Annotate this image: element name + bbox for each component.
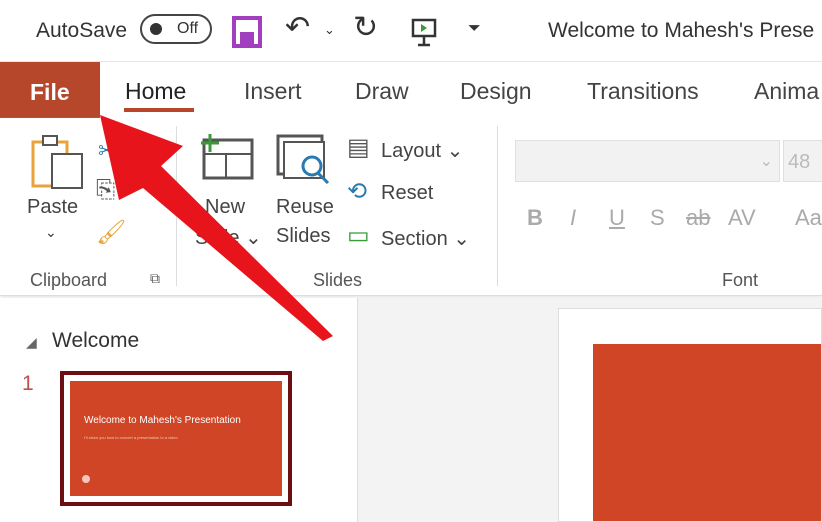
tab-draw[interactable]: Draw [355, 78, 409, 105]
undo-icon[interactable]: ↶ [285, 10, 310, 45]
reuse-slides-icon[interactable] [276, 134, 336, 190]
tab-animations[interactable]: Anima [754, 78, 819, 105]
underline-button[interactable]: U [609, 205, 625, 231]
italic-button[interactable]: I [570, 205, 576, 231]
collapse-section-icon[interactable]: ◢ [26, 334, 37, 351]
clipboard-dialog-launcher-icon[interactable]: ⧉ [150, 270, 160, 287]
paste-icon[interactable] [30, 132, 86, 190]
section-icon[interactable]: ▭ [347, 221, 370, 250]
autosave-state: Off [177, 20, 199, 37]
font-size-select[interactable]: 48 [783, 140, 822, 182]
section-name[interactable]: Welcome [52, 329, 139, 353]
change-case-button[interactable]: Aa [795, 205, 822, 231]
new-slide-label-1[interactable]: New [205, 196, 245, 219]
slides-group-label: Slides [313, 270, 363, 290]
strikethrough-button[interactable]: ab [686, 205, 710, 231]
tab-design[interactable]: Design [460, 78, 532, 105]
group-separator [176, 126, 177, 286]
reuse-slides-label-1[interactable]: Reuse [276, 196, 334, 219]
new-slide-icon[interactable] [198, 132, 256, 182]
thumbnail-subtitle: I'll show you how to convert a presentat… [84, 435, 178, 440]
format-painter-icon[interactable]: 🖌 [96, 218, 126, 247]
tab-insert[interactable]: Insert [244, 78, 302, 105]
copy-icon[interactable]: ⎘ [96, 176, 115, 204]
customize-toolbar-icon[interactable]: ⏷ [468, 20, 481, 38]
quick-access-toolbar: AutoSave Off ↶ ⌄ ↻ ⏷ Welcome to Mahesh's… [0, 0, 822, 62]
new-slide-label-2[interactable]: Slide ⌄ [195, 225, 262, 250]
section-button[interactable]: Section ⌄ [381, 226, 470, 251]
group-separator [497, 126, 498, 286]
layout-icon[interactable]: ▤ [347, 133, 370, 162]
reset-button[interactable]: Reset [381, 182, 433, 205]
undo-dropdown-icon[interactable]: ⌄ [324, 22, 335, 38]
current-slide[interactable] [558, 308, 822, 522]
clipboard-group-label: Clipboard [30, 270, 108, 290]
redo-icon[interactable]: ↻ [353, 10, 378, 45]
shadow-button[interactable]: S [650, 205, 665, 231]
tab-transitions[interactable]: Transitions [587, 78, 699, 105]
reset-icon[interactable]: ⟲ [347, 177, 367, 206]
active-tab-indicator [124, 108, 194, 112]
autosave-label: AutoSave [36, 19, 128, 42]
bold-button[interactable]: B [527, 205, 543, 231]
tab-file[interactable]: File [0, 62, 100, 118]
autosave-toggle[interactable]: Off [140, 14, 212, 44]
cut-icon[interactable]: ✂ [98, 138, 116, 164]
powerpoint-logo-icon [82, 475, 90, 483]
slide-thumbnail-1[interactable]: Welcome to Mahesh's Presentation I'll sh… [60, 371, 292, 506]
save-icon[interactable] [232, 16, 262, 48]
slide-number: 1 [22, 372, 34, 395]
reuse-slides-label-2[interactable]: Slides [276, 225, 330, 248]
tab-home[interactable]: Home [125, 78, 186, 105]
layout-button[interactable]: Layout ⌄ [381, 138, 463, 163]
paste-dropdown-icon[interactable]: ⌄ [45, 224, 57, 241]
thumbnail-title: Welcome to Mahesh's Presentation [84, 415, 241, 426]
character-spacing-button[interactable]: AV [728, 205, 756, 231]
document-title: Welcome to Mahesh's Prese [548, 19, 815, 42]
font-group-label: Font [722, 270, 759, 290]
font-name-select[interactable]: ⌄ [515, 140, 780, 182]
present-icon[interactable] [410, 18, 438, 48]
paste-label[interactable]: Paste [27, 196, 78, 219]
